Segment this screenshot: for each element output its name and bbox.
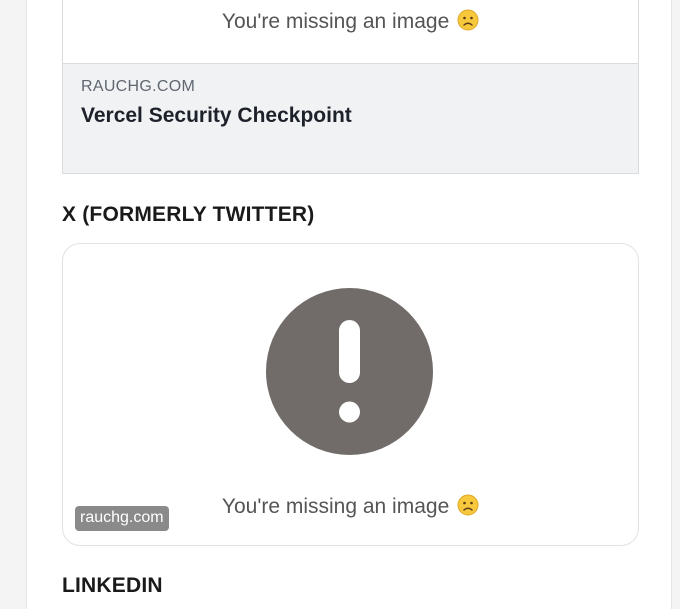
- sad-face-emoji-icon: [457, 9, 479, 31]
- sad-face-emoji-icon: [457, 494, 479, 516]
- missing-image-message: You're missing an image: [63, 9, 638, 34]
- link-domain: RAUCHG.COM: [81, 78, 196, 95]
- exclamation-circle-icon: [266, 288, 433, 455]
- missing-image-text: You're missing an image: [221, 10, 450, 33]
- linkedin-section-heading: LINKEDIN: [62, 574, 163, 597]
- link-title: Vercel Security Checkpoint: [81, 104, 352, 127]
- x-preview-card[interactable]: You're missing an image rauchg.com: [62, 243, 639, 546]
- x-section-heading: X (FORMERLY TWITTER): [62, 203, 315, 226]
- facebook-preview-card[interactable]: You're missing an image RAUCHG.COM Verce…: [62, 0, 639, 174]
- link-preview-footer: RAUCHG.COM Vercel Security Checkpoint: [63, 63, 638, 173]
- domain-badge: rauchg.com: [75, 506, 169, 531]
- missing-image-text: You're missing an image: [221, 495, 450, 518]
